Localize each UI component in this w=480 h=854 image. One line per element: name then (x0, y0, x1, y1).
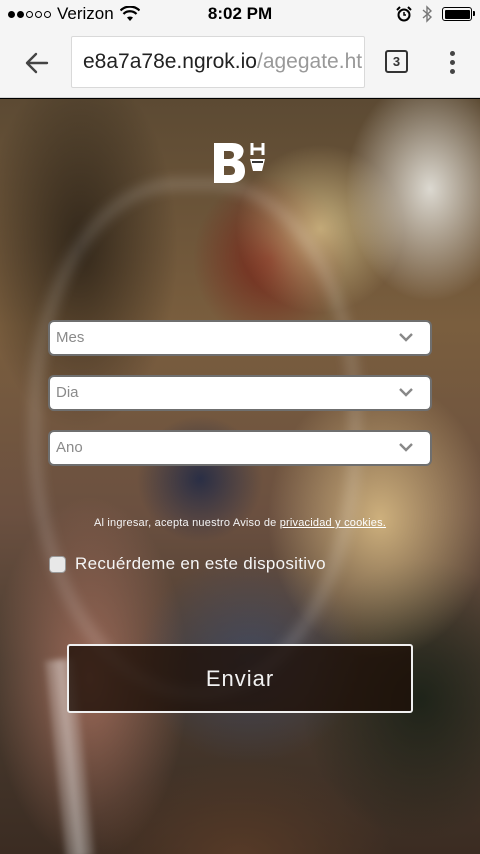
battery-level (444, 9, 470, 19)
menu-dot-icon (449, 68, 455, 74)
age-gate-page: Mes Dia Ano Al ingresar, acepta nuestro … (0, 99, 480, 854)
brand-logo (214, 143, 265, 183)
remember-me-checkbox[interactable] (49, 555, 66, 573)
menu-dot-icon (449, 59, 455, 65)
back-arrow-icon (25, 52, 49, 74)
consent-notice: Al ingresar, acepta nuestro Aviso de pri… (0, 517, 480, 529)
remember-me-row[interactable]: Recuérdeme en este dispositivo (49, 554, 326, 574)
battery-icon (442, 7, 475, 21)
consent-prefix: Al ingresar, acepta nuestro Aviso de (93, 517, 277, 529)
chevron-down-icon (399, 388, 413, 397)
url-host: e8a7a78e.ngrok.io (83, 50, 257, 73)
day-select-value: Dia (56, 384, 79, 401)
url-bar[interactable]: e8a7a78e.ngrok.io/agegate.ht (71, 36, 365, 88)
alarm-clock-icon (396, 6, 412, 22)
status-right (396, 5, 475, 23)
chevron-down-icon (399, 443, 413, 452)
chevron-down-icon (399, 333, 413, 342)
bluetooth-icon (422, 5, 432, 23)
privacy-cookies-link[interactable]: privacidad y cookies. (280, 517, 386, 529)
month-select-value: Mes (56, 329, 85, 346)
remember-me-label[interactable]: Recuérdeme en este dispositivo (75, 554, 326, 574)
overflow-menu-button[interactable] (440, 45, 464, 79)
menu-dot-icon (449, 50, 455, 56)
tab-switcher-button[interactable]: 3 (385, 50, 408, 73)
submit-button[interactable]: Enviar (67, 644, 413, 713)
url-path: /agegate.ht (256, 50, 363, 73)
back-button[interactable] (20, 48, 54, 78)
year-select-value: Ano (56, 439, 83, 456)
year-select[interactable]: Ano (48, 430, 432, 466)
status-bar: Verizon 8:02 PM (0, 0, 480, 28)
day-select[interactable]: Dia (48, 375, 432, 411)
browser-toolbar: e8a7a78e.ngrok.io/agegate.ht 3 (0, 28, 480, 98)
month-select[interactable]: Mes (48, 320, 432, 356)
